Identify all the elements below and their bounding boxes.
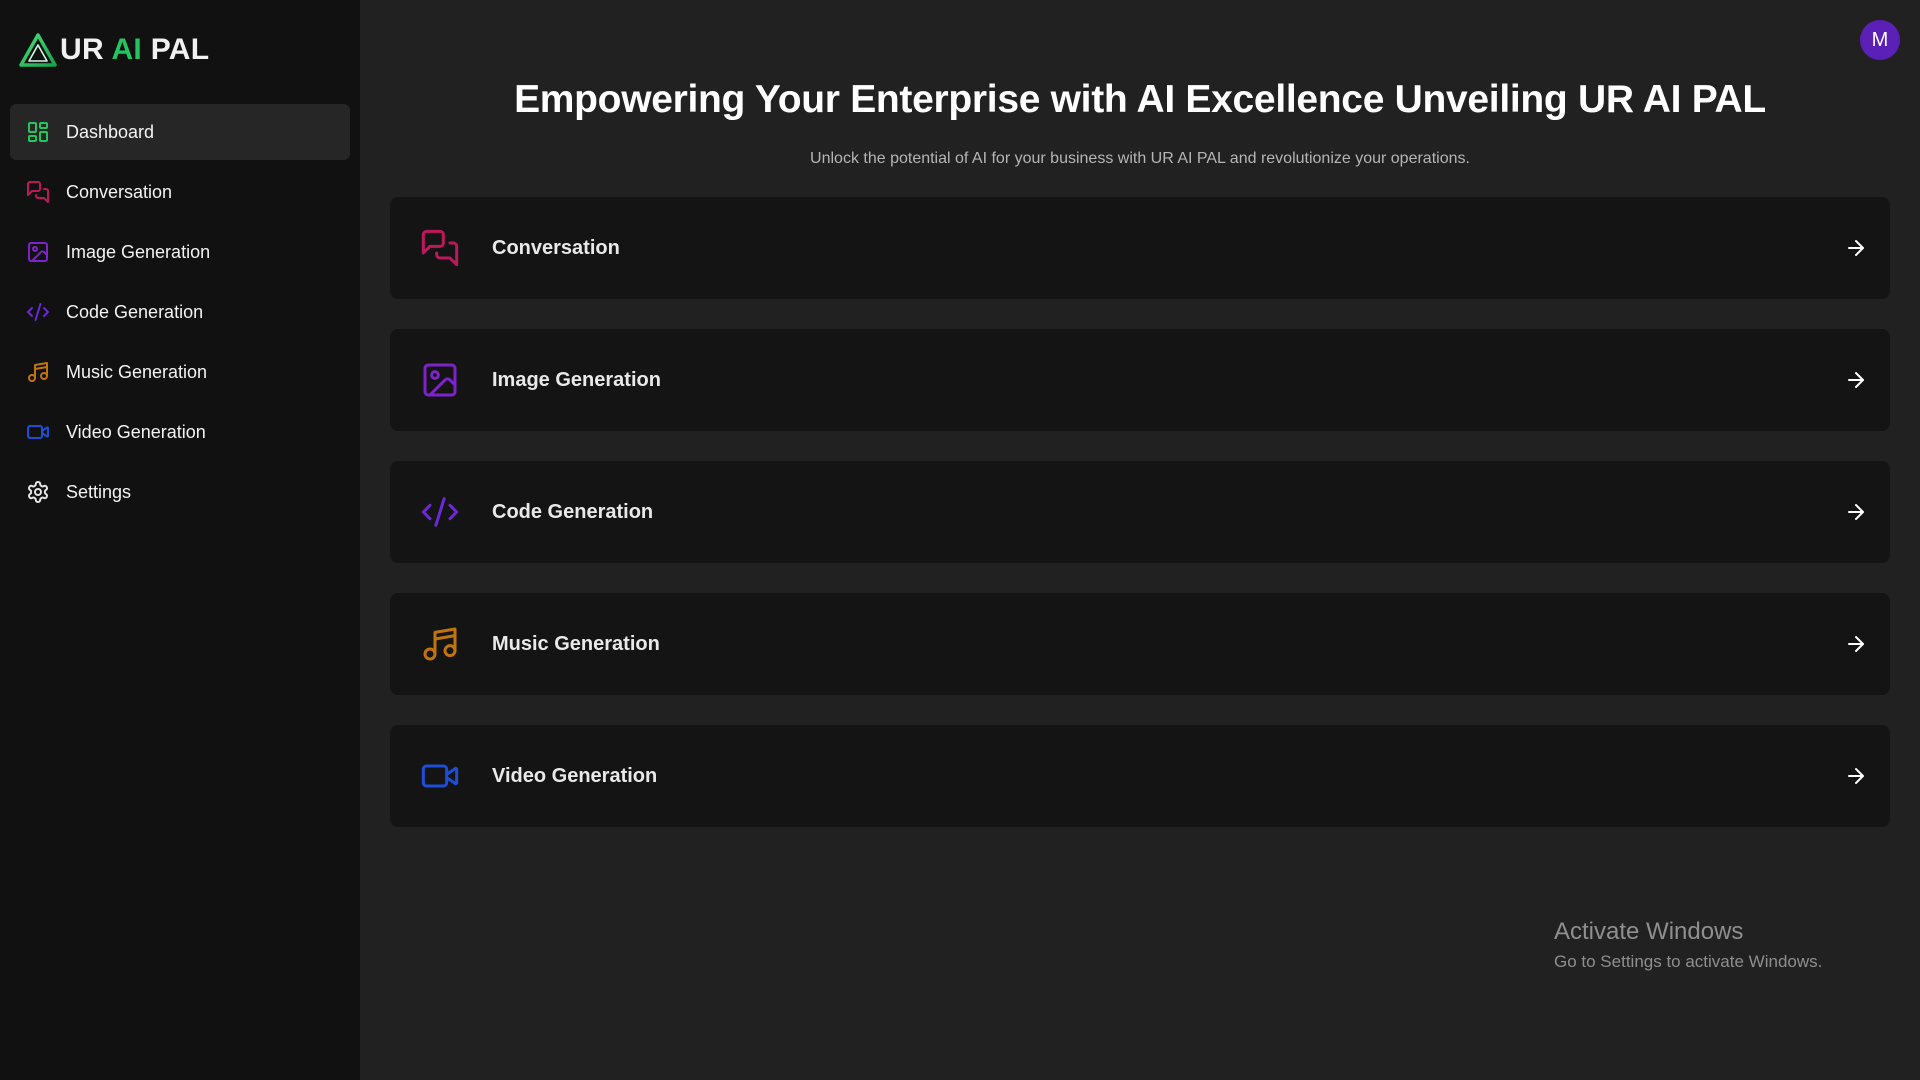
gear-icon — [26, 480, 50, 504]
sidebar-nav: Dashboard Conversation Image Generation … — [10, 104, 350, 524]
code-icon — [26, 300, 50, 324]
page-subtitle: Unlock the potential of AI for your busi… — [810, 150, 1470, 167]
sidebar-item-settings[interactable]: Settings — [10, 464, 350, 520]
sidebar-item-label: Settings — [66, 481, 132, 502]
logo-prefix: UR — [60, 33, 112, 66]
card-label: Code Generation — [492, 500, 654, 523]
sidebar-item-video-generation[interactable]: Video Generation — [10, 404, 350, 460]
page-title: Empowering Your Enterprise with AI Excel… — [514, 78, 1766, 121]
sidebar-item-image-generation[interactable]: Image Generation — [10, 224, 350, 280]
card-label: Image Generation — [492, 368, 661, 391]
arrow-right-icon — [1848, 372, 1864, 388]
arrow-right-icon — [1848, 768, 1864, 784]
logo-accent: AI — [111, 33, 143, 66]
sidebar-item-label: Video Generation — [66, 421, 206, 442]
logo-suffix: PAL — [142, 33, 210, 66]
logo-triangle-icon — [19, 33, 57, 67]
card-video-generation[interactable]: Video Generation — [390, 725, 1890, 827]
app-window: UR AI PAL Dashboard Conversation Image G… — [0, 0, 1920, 1080]
sidebar-item-music-generation[interactable]: Music Generation — [10, 344, 350, 400]
card-music-generation[interactable]: Music Generation — [390, 593, 1890, 695]
card-code-generation[interactable]: Code Generation — [390, 461, 1890, 563]
image-icon — [26, 240, 50, 264]
sidebar-item-label: Image Generation — [66, 241, 211, 262]
image-icon — [420, 360, 460, 400]
arrow-right-icon — [1848, 504, 1864, 520]
video-icon — [26, 420, 50, 444]
arrow-right-icon — [1848, 240, 1864, 256]
watermark-title: Activate Windows — [1554, 918, 1744, 945]
sidebar: UR AI PAL Dashboard Conversation Image G… — [0, 0, 360, 1080]
music-icon — [26, 360, 50, 384]
card-image-generation[interactable]: Image Generation — [390, 329, 1890, 431]
arrow-right-icon — [1848, 636, 1864, 652]
windows-activation-watermark: Activate Windows Go to Settings to activ… — [1554, 918, 1822, 972]
music-icon — [420, 624, 460, 664]
sidebar-item-label: Conversation — [66, 181, 173, 202]
video-icon — [420, 756, 460, 796]
sidebar-item-code-generation[interactable]: Code Generation — [10, 284, 350, 340]
sidebar-item-conversation[interactable]: Conversation — [10, 164, 350, 220]
sidebar-item-label: Code Generation — [66, 301, 204, 322]
code-icon — [420, 492, 460, 532]
message-icon — [420, 228, 460, 268]
message-icon — [26, 180, 50, 204]
card-label: Conversation — [492, 236, 620, 259]
sidebar-item-label: Music Generation — [66, 361, 208, 382]
tool-cards: Conversation Image Generation Code Gener… — [390, 197, 1890, 857]
avatar[interactable]: M — [1860, 20, 1900, 60]
watermark-subtitle: Go to Settings to activate Windows. — [1554, 952, 1823, 971]
logo[interactable]: UR AI PAL — [18, 30, 209, 70]
logo-text: UR AI PAL — [60, 33, 209, 67]
card-label: Music Generation — [492, 632, 660, 655]
dashboard-icon — [26, 120, 50, 144]
sidebar-item-label: Dashboard — [66, 121, 155, 142]
card-label: Video Generation — [492, 764, 658, 787]
sidebar-item-dashboard[interactable]: Dashboard — [10, 104, 350, 160]
card-conversation[interactable]: Conversation — [390, 197, 1890, 299]
